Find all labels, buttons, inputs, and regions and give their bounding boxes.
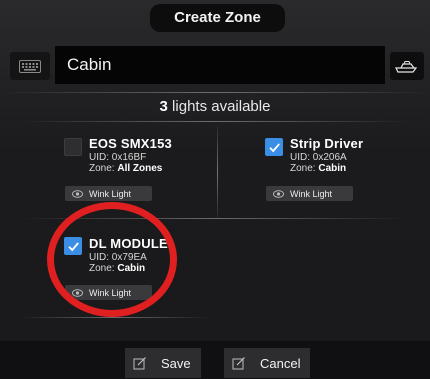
divider — [20, 218, 410, 219]
lights-available-label: lights available — [167, 98, 271, 115]
light-zone: Zone: All Zones — [89, 163, 162, 174]
page-title: Create Zone — [150, 4, 285, 32]
light-checkbox[interactable] — [64, 138, 82, 156]
eye-icon — [65, 189, 89, 198]
zone-label: Zone: — [290, 163, 319, 174]
edit-icon — [125, 356, 155, 370]
light-uid: UID: 0x79EA — [89, 252, 147, 263]
wink-light-button[interactable]: Wink Light — [65, 285, 152, 300]
light-name: Strip Driver — [290, 136, 364, 151]
light-uid: UID: 0x16BF — [89, 152, 146, 163]
wink-light-button[interactable]: Wink Light — [266, 186, 353, 201]
checkmark-icon — [268, 142, 280, 152]
divider — [20, 317, 210, 318]
boat-button[interactable] — [390, 52, 424, 80]
save-label: Save — [161, 355, 191, 371]
divider — [20, 121, 410, 122]
save-button[interactable]: Save — [125, 348, 201, 378]
uid-value: 0x206A — [312, 152, 347, 163]
column-divider — [217, 126, 218, 218]
zone-name-row — [0, 46, 430, 86]
boat-icon — [395, 61, 418, 73]
cancel-label: Cancel — [260, 355, 301, 371]
keyboard-button[interactable] — [10, 52, 50, 80]
uid-label: UID: — [290, 152, 313, 163]
wink-light-label: Wink Light — [290, 188, 333, 199]
wink-light-button[interactable]: Wink Light — [65, 186, 152, 201]
zone-name-input[interactable] — [55, 46, 385, 84]
cancel-button[interactable]: Cancel — [224, 348, 310, 378]
checkmark-icon — [67, 241, 79, 251]
light-zone: Zone: Cabin — [89, 263, 145, 274]
wink-light-label: Wink Light — [89, 287, 132, 298]
bottom-action-bar: Save Cancel — [0, 341, 430, 379]
create-zone-screen: Create Zone 3 lights available — [0, 0, 430, 379]
zone-label: Zone: — [89, 263, 118, 274]
zone-value: Cabin — [117, 263, 146, 274]
zone-label: Zone: — [89, 163, 118, 174]
eye-icon — [266, 189, 290, 198]
light-checkbox-checked[interactable] — [265, 138, 283, 156]
wink-light-label: Wink Light — [89, 188, 132, 199]
uid-value: 0x16BF — [111, 152, 147, 163]
light-checkbox-checked[interactable] — [64, 237, 82, 255]
edit-icon — [224, 356, 254, 370]
keyboard-icon — [19, 59, 41, 73]
light-uid: UID: 0x206A — [290, 152, 347, 163]
lights-count: 3 — [159, 98, 168, 115]
light-name: EOS SMX153 — [89, 136, 172, 151]
zone-value: Cabin — [318, 163, 347, 174]
uid-label: UID: — [89, 252, 112, 263]
eye-icon — [65, 288, 89, 297]
uid-value: 0x79EA — [111, 252, 147, 263]
light-zone: Zone: Cabin — [290, 163, 346, 174]
uid-label: UID: — [89, 152, 112, 163]
light-name: DL MODULE — [89, 236, 168, 251]
divider — [0, 92, 430, 93]
zone-value: All Zones — [117, 163, 163, 174]
